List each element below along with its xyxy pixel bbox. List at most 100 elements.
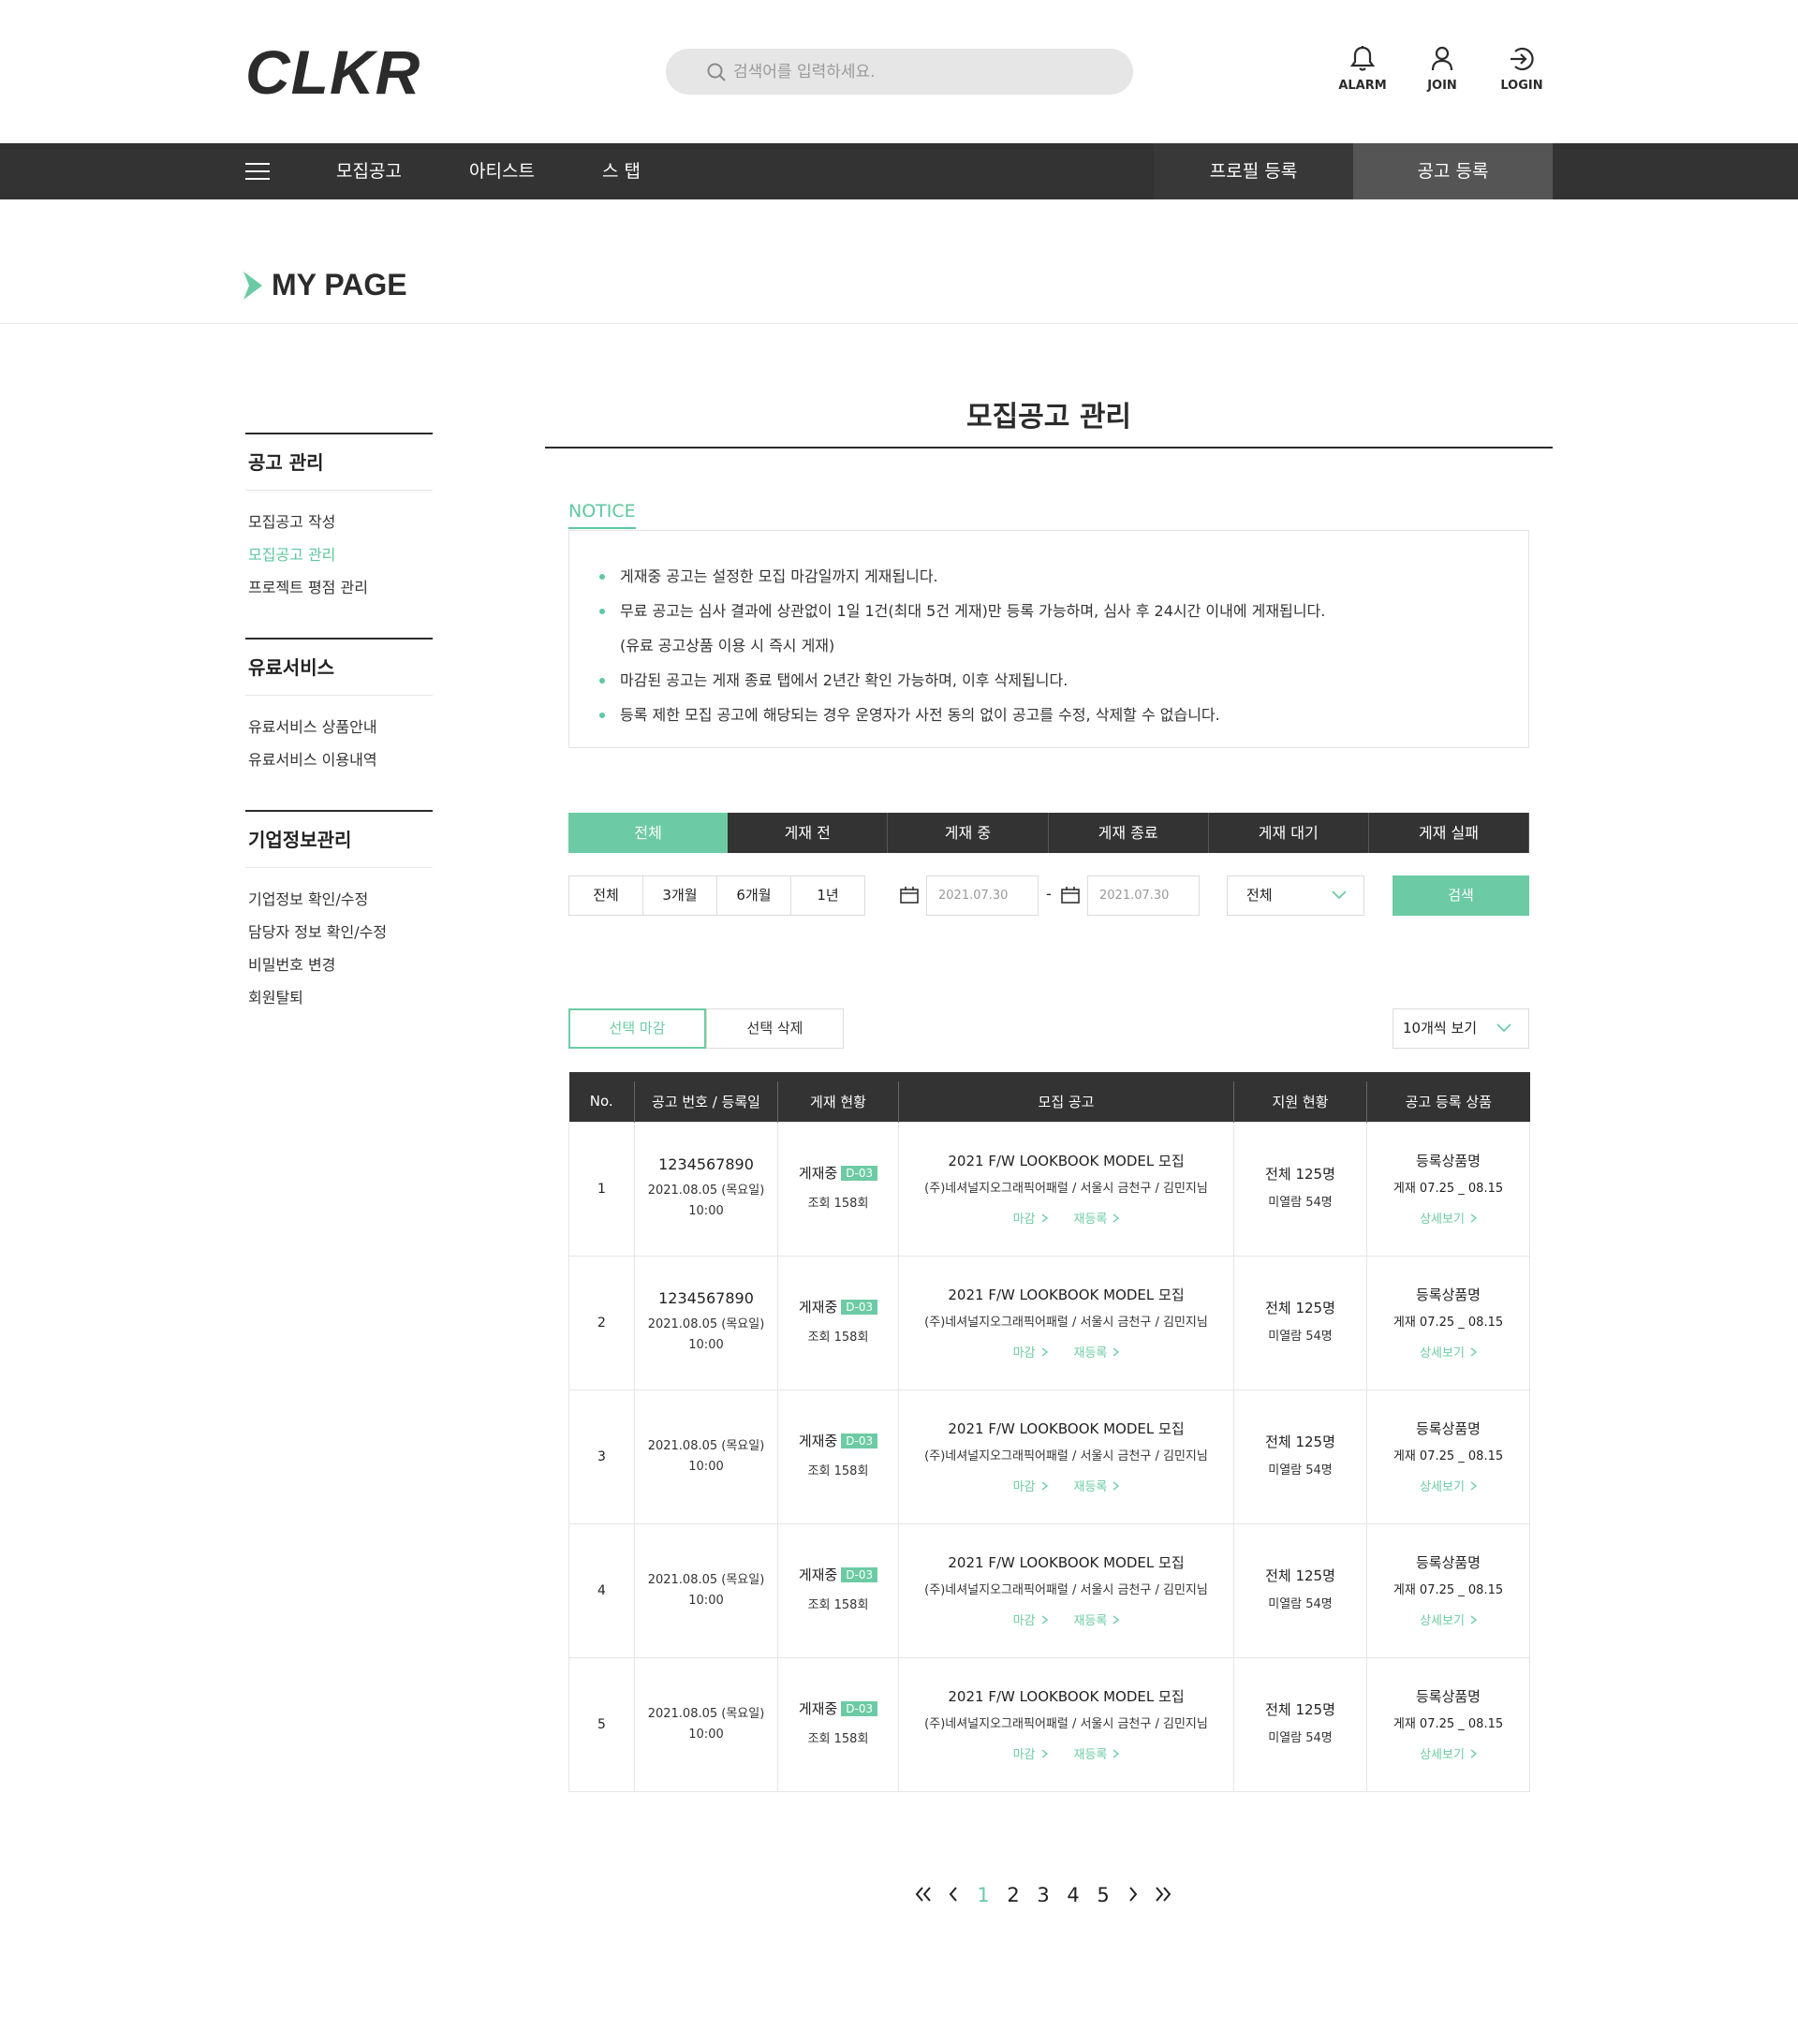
search-input[interactable] xyxy=(733,62,1070,81)
hamburger-menu-icon[interactable] xyxy=(245,161,270,185)
tab-all[interactable]: 전체 xyxy=(568,813,729,853)
period-all-button[interactable]: 전체 xyxy=(568,875,643,916)
sidebar-group-title: 공고 관리 xyxy=(245,434,433,491)
sidebar-item-manager-info[interactable]: 담당자 정보 확인/수정 xyxy=(245,916,433,948)
search-bar[interactable] xyxy=(666,49,1133,95)
sidebar-item-manage-post[interactable]: 모집공고 관리 xyxy=(245,538,433,571)
per-page-value: 10개씩 보기 xyxy=(1403,1020,1478,1037)
sidebar: 공고 관리 모집공고 작성 모집공고 관리 프로젝트 평점 관리 유료서비스 유… xyxy=(245,433,433,1048)
profile-register-button[interactable]: 프로필 등록 xyxy=(1154,143,1353,199)
bullet-icon xyxy=(599,678,605,684)
sidebar-group-title: 유료서비스 xyxy=(245,640,433,696)
period-6m-button[interactable]: 6개월 xyxy=(716,875,791,916)
sidebar-item-write-post[interactable]: 모집공고 작성 xyxy=(245,506,433,538)
close-post-link[interactable]: 마감 xyxy=(1013,1477,1048,1494)
cell-status: 게재중 D-03 조회 158회 xyxy=(777,1121,899,1257)
notice-item: 무료 공고는 심사 결과에 상관없이 1일 1건(최대 5건 게재)만 등록 가… xyxy=(599,594,1528,628)
applicants-total[interactable]: 전체 125명 xyxy=(1234,1566,1366,1585)
logo[interactable]: CLKR xyxy=(245,41,420,103)
detail-link[interactable]: 상세보기 xyxy=(1420,1343,1477,1360)
page-link[interactable]: 5 xyxy=(1088,1884,1118,1906)
sidebar-item-company-info[interactable]: 기업정보 확인/수정 xyxy=(245,883,433,916)
login-button[interactable]: LOGIN xyxy=(1489,45,1555,93)
table-row: 4 2021.08.05 (목요일) 10:00 게재중 D-03 조회 158회 2021… xyxy=(568,1522,1530,1658)
applicants-unread: 미열람 54명 xyxy=(1268,1597,1333,1611)
tab-posting[interactable]: 게재 중 xyxy=(888,813,1049,853)
post-meta: (주)네셔널지오그래픽어패럴 / 서울시 금천구 / 김민지님 xyxy=(924,1316,1208,1330)
next-page-icon[interactable] xyxy=(1118,1884,1148,1906)
page-link[interactable]: 2 xyxy=(998,1884,1028,1906)
login-label: LOGIN xyxy=(1500,79,1543,93)
repost-link[interactable]: 재등록 xyxy=(1074,1610,1120,1628)
status-select[interactable]: 전체 xyxy=(1227,875,1364,916)
tab-failed[interactable]: 게재 실패 xyxy=(1368,813,1530,853)
cell-id-date: 2021.08.05 (목요일) 10:00 xyxy=(634,1656,778,1792)
detail-link[interactable]: 상세보기 xyxy=(1420,1610,1477,1628)
date-to-input[interactable]: 2021.07.30 xyxy=(1087,875,1200,916)
page-link[interactable]: 4 xyxy=(1058,1884,1088,1906)
notice-item: 마감된 공고는 게재 종료 탭에서 2년간 확인 가능하며, 이후 삭제됩니다. xyxy=(599,663,1528,698)
close-post-link[interactable]: 마감 xyxy=(1013,1343,1048,1360)
detail-link[interactable]: 상세보기 xyxy=(1420,1477,1477,1494)
sidebar-item-paid-products[interactable]: 유료서비스 상품안내 xyxy=(245,711,433,743)
post-title[interactable]: 2021 F/W LOOKBOOK MODEL 모집 xyxy=(899,1686,1233,1706)
chevron-right-icon xyxy=(1041,1346,1048,1357)
sidebar-item-paid-history[interactable]: 유료서비스 이용내역 xyxy=(245,743,433,776)
view-count: 조회 158회 xyxy=(807,1598,869,1612)
repost-link[interactable]: 재등록 xyxy=(1074,1209,1120,1227)
post-title[interactable]: 2021 F/W LOOKBOOK MODEL 모집 xyxy=(899,1552,1233,1572)
detail-link[interactable]: 상세보기 xyxy=(1420,1744,1477,1762)
date-separator: - xyxy=(1046,885,1052,903)
page-link[interactable]: 1 xyxy=(968,1884,998,1906)
table-row: 5 2021.08.05 (목요일) 10:00 게재중 D-03 조회 158회 2021… xyxy=(568,1656,1530,1792)
post-register-button[interactable]: 공고 등록 xyxy=(1353,143,1553,199)
repost-link[interactable]: 재등록 xyxy=(1074,1477,1120,1494)
chevron-down-icon xyxy=(1332,890,1347,900)
close-post-link[interactable]: 마감 xyxy=(1013,1209,1048,1227)
repost-link[interactable]: 재등록 xyxy=(1074,1744,1120,1762)
applicants-total[interactable]: 전체 125명 xyxy=(1234,1699,1366,1719)
last-page-icon[interactable] xyxy=(1148,1884,1178,1906)
prev-page-icon[interactable] xyxy=(938,1884,968,1906)
alarm-button[interactable]: ALARM xyxy=(1330,45,1395,93)
period-1y-button[interactable]: 1년 xyxy=(790,875,865,916)
per-page-select[interactable]: 10개씩 보기 xyxy=(1393,1008,1529,1049)
calendar-icon[interactable] xyxy=(1061,887,1080,907)
sidebar-item-project-rating[interactable]: 프로젝트 평점 관리 xyxy=(245,571,433,604)
detail-link[interactable]: 상세보기 xyxy=(1420,1209,1477,1227)
bullet-icon xyxy=(599,574,605,580)
sidebar-item-change-password[interactable]: 비밀번호 변경 xyxy=(245,948,433,981)
col-header-id-date: 공고 번호 / 등록일 xyxy=(634,1072,778,1122)
search-button[interactable]: 검색 xyxy=(1393,875,1529,916)
post-title[interactable]: 2021 F/W LOOKBOOK MODEL 모집 xyxy=(899,1419,1233,1438)
delete-selected-button[interactable]: 선택 삭제 xyxy=(706,1008,844,1049)
close-selected-button[interactable]: 선택 마감 xyxy=(568,1008,706,1049)
sidebar-item-withdraw[interactable]: 회원탈퇴 xyxy=(245,981,433,1014)
date-from-input[interactable]: 2021.07.30 xyxy=(926,875,1039,916)
close-post-link[interactable]: 마감 xyxy=(1013,1744,1048,1762)
chevron-right-icon xyxy=(1113,1480,1120,1491)
view-count: 조회 158회 xyxy=(807,1732,869,1746)
post-title[interactable]: 2021 F/W LOOKBOOK MODEL 모집 xyxy=(899,1285,1233,1304)
applicants-total[interactable]: 전체 125명 xyxy=(1234,1164,1366,1184)
repost-link[interactable]: 재등록 xyxy=(1074,1343,1120,1360)
cell-applicants: 전체 125명미열람 54명 xyxy=(1233,1522,1367,1658)
post-title[interactable]: 2021 F/W LOOKBOOK MODEL 모집 xyxy=(899,1151,1233,1170)
login-icon xyxy=(1511,47,1534,71)
tab-ended[interactable]: 게재 종료 xyxy=(1048,813,1209,853)
nav-item-artist[interactable]: 아티스트 xyxy=(469,143,535,199)
applicants-total[interactable]: 전체 125명 xyxy=(1234,1298,1366,1317)
page-link[interactable]: 3 xyxy=(1028,1884,1058,1906)
calendar-icon[interactable] xyxy=(900,887,919,907)
period-3m-button[interactable]: 3개월 xyxy=(642,875,717,916)
cell-post: 2021 F/W LOOKBOOK MODEL 모집 (주)네셔널지오그래픽어패럴… xyxy=(898,1389,1234,1524)
applicants-total[interactable]: 전체 125명 xyxy=(1234,1432,1366,1451)
cell-applicants: 전체 125명 미열람 54명 xyxy=(1233,1121,1367,1257)
tab-before-post[interactable]: 게재 전 xyxy=(728,813,889,853)
first-page-icon[interactable] xyxy=(908,1884,938,1906)
join-button[interactable]: JOIN xyxy=(1409,45,1475,93)
nav-item-staff[interactable]: 스 탭 xyxy=(602,143,641,199)
nav-item-recruit[interactable]: 모집공고 xyxy=(336,143,402,199)
tab-waiting[interactable]: 게재 대기 xyxy=(1208,813,1369,853)
close-post-link[interactable]: 마감 xyxy=(1013,1610,1048,1628)
